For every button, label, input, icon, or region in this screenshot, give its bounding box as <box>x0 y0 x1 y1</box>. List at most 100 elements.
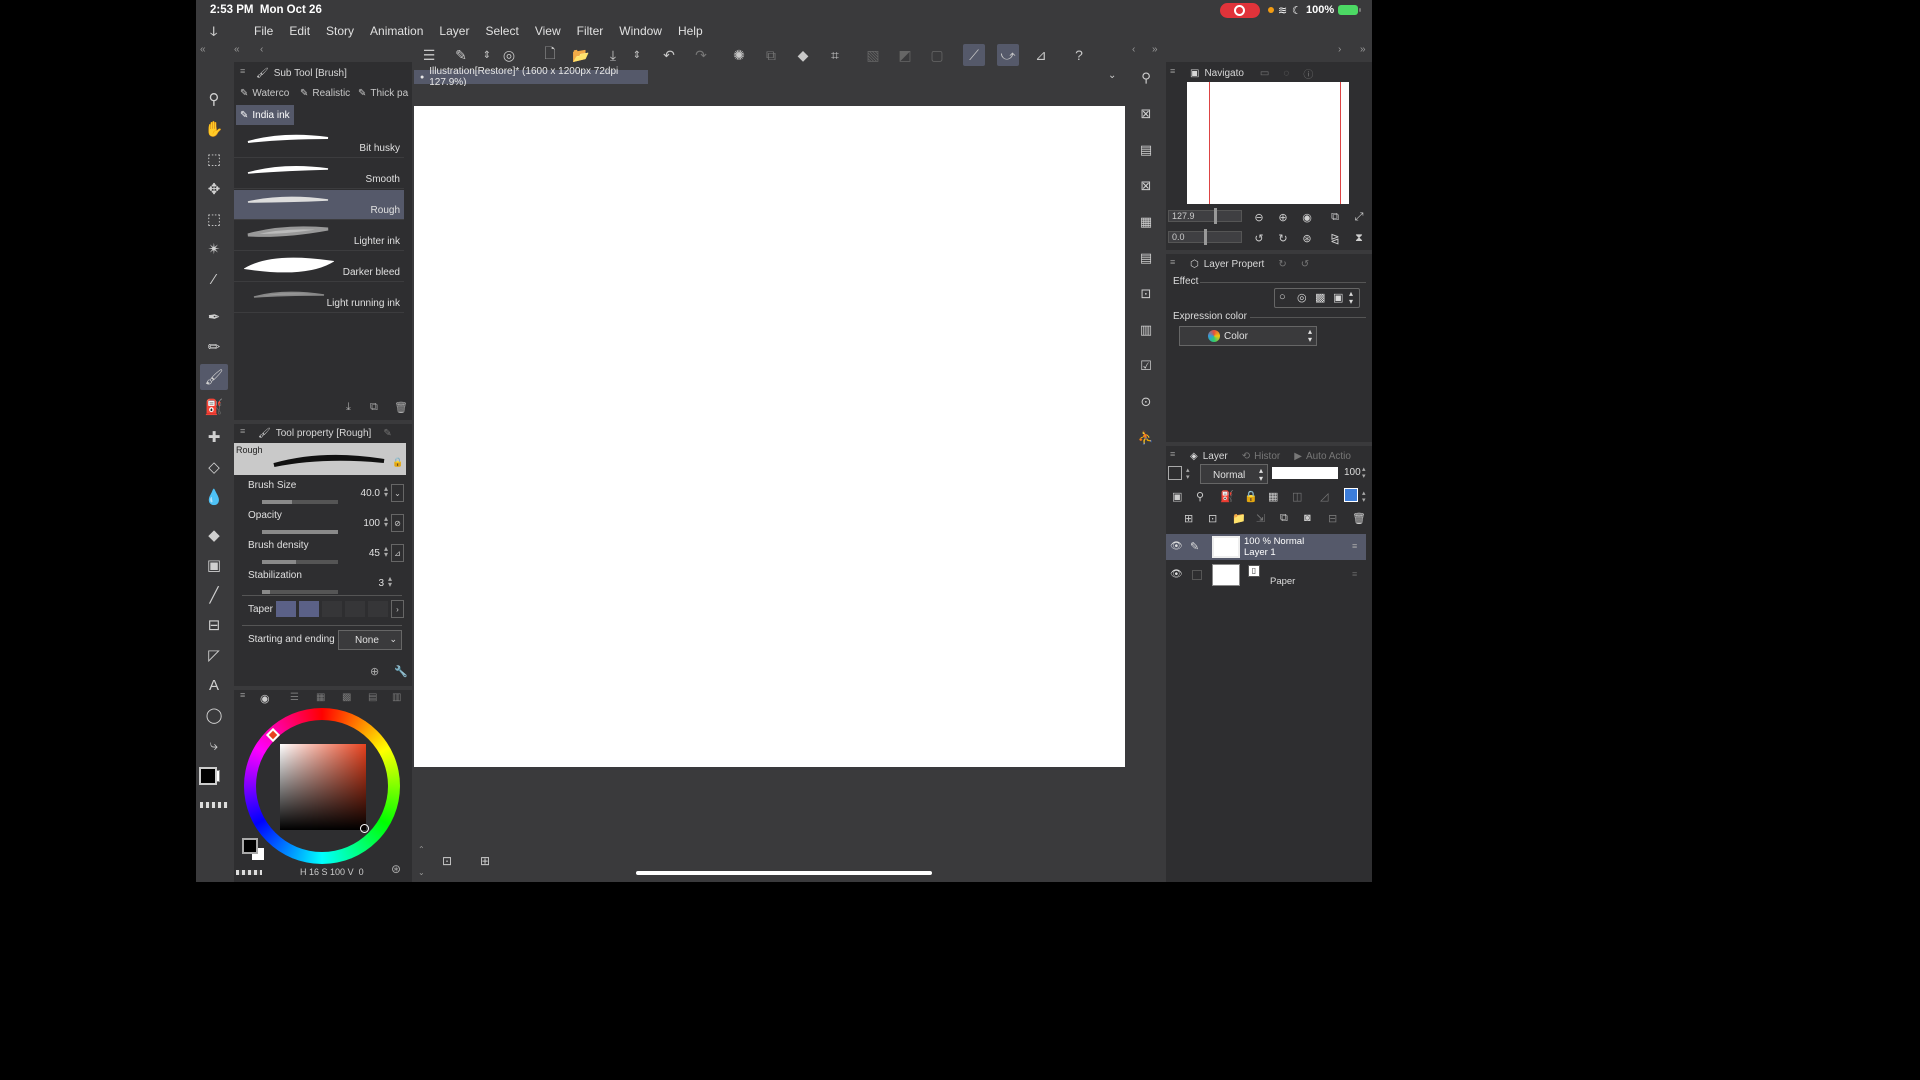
item-bank-icon[interactable]: ▤ <box>1136 248 1156 268</box>
fill-tool-icon[interactable]: ◆ <box>200 522 228 548</box>
pen-edit-icon[interactable]: ✎ <box>1190 540 1199 553</box>
panel-menu-icon[interactable]: ≡ <box>1170 66 1175 76</box>
spin-icon[interactable]: ▴ ▾ <box>1362 490 1366 504</box>
loading-icon[interactable]: ✺ <box>728 44 750 66</box>
fullscreen-icon[interactable]: ⤢ <box>1352 210 1366 224</box>
selection-frame-icon[interactable]: ▢ <box>926 44 948 66</box>
move-icon[interactable]: ✥ <box>200 176 228 202</box>
opacity-slider[interactable] <box>262 530 338 534</box>
brush-density-value[interactable]: 45 <box>369 548 380 559</box>
menu-select[interactable]: Select <box>477 24 526 38</box>
edit-icon[interactable]: ✎ <box>450 44 472 66</box>
tone-icon[interactable]: ▩ <box>1315 291 1325 304</box>
hamburger-menu-icon[interactable]: ☰ <box>418 44 440 66</box>
menu-edit[interactable]: Edit <box>281 24 318 38</box>
draft-layer-icon[interactable]: ⛽ <box>1220 490 1234 503</box>
zoom-field[interactable]: 127.9 <box>1168 210 1242 222</box>
size-dynamics-icon[interactable]: ⌄ <box>391 484 404 502</box>
zoom-slider-handle[interactable] <box>1214 208 1217 224</box>
spin-icon[interactable]: ▴ ▾ <box>1349 290 1353 306</box>
opacity-dynamics-icon[interactable]: ⊘ <box>391 514 404 532</box>
panel-menu-icon[interactable]: ≡ <box>1170 449 1175 459</box>
text-icon[interactable]: A <box>200 672 228 698</box>
fit-page-icon[interactable]: ⊡ <box>442 854 452 868</box>
balloon-icon[interactable]: ◯ <box>200 702 228 728</box>
chevron-right-icon[interactable]: › <box>1338 44 1341 55</box>
eraser-icon[interactable]: ◇ <box>200 454 228 480</box>
fill-icon[interactable]: ◆ <box>792 44 814 66</box>
checklist-icon[interactable]: ☑ <box>1136 356 1156 376</box>
fill-selection-icon[interactable]: ◩ <box>894 44 916 66</box>
layer-opacity-value[interactable]: 100 <box>1344 467 1361 478</box>
material-2-icon[interactable]: ⊠ <box>1136 176 1156 196</box>
new-folder-icon[interactable]: 📁 <box>1232 512 1246 525</box>
sub-view-tab-icon[interactable]: ▭ <box>1260 68 1269 79</box>
main-color-swatch[interactable] <box>199 767 217 785</box>
gradient-icon[interactable]: ▣ <box>200 552 228 578</box>
open-folder-icon[interactable]: 📂 <box>570 44 592 66</box>
blend-mode-select[interactable]: Normal ▴ ▾ <box>1200 464 1268 484</box>
taper-swatch-4[interactable] <box>345 601 365 617</box>
home-indicator[interactable] <box>636 871 932 875</box>
layer-color-box[interactable] <box>1168 466 1182 480</box>
spin-icon[interactable]: ▴ ▾ <box>388 575 392 589</box>
zoom-out-icon[interactable]: ⊖ <box>1252 210 1266 224</box>
crop-icon[interactable]: ⌗ <box>824 44 846 66</box>
fit-icon[interactable]: ⧉ <box>1328 210 1342 224</box>
panel-menu-icon[interactable]: ≡ <box>240 426 245 436</box>
layer-item-layer-1[interactable]: 👁 ✎ 100 % Normal Layer 1 ≡ <box>1166 534 1366 560</box>
pen-icon[interactable]: ✒ <box>200 304 228 330</box>
menu-filter[interactable]: Filter <box>569 24 612 38</box>
pen-edit-icon[interactable]: ✎ <box>383 428 391 439</box>
flip-vertical-icon[interactable]: ⧗ <box>1352 231 1366 245</box>
spin-icon[interactable]: ▴ ▾ <box>384 485 388 499</box>
pose-icon[interactable]: ⛹ <box>1136 428 1156 448</box>
tab-layer[interactable]: Layer <box>1203 451 1228 462</box>
layer-mask-icon[interactable]: ◙ <box>1304 512 1311 524</box>
collapse-right-icon[interactable]: » <box>1360 44 1366 55</box>
reference-layer-icon[interactable]: ⚲ <box>1196 490 1204 503</box>
refresh-tab-icon[interactable]: ↻ <box>1278 259 1286 270</box>
brush-item-bit-husky[interactable]: Bit husky <box>234 128 404 158</box>
panel-menu-icon[interactable]: ≡ <box>240 690 245 700</box>
eye-icon[interactable]: 👁 <box>1170 569 1183 580</box>
subtool-tab-thick-paint[interactable]: ✎ Thick pa <box>354 83 412 103</box>
flip-horizontal-icon[interactable]: ⧎ <box>1328 231 1342 245</box>
collapse-left-icon[interactable]: « <box>200 44 206 55</box>
layer-search-icon[interactable]: ▤ <box>1136 140 1156 160</box>
color-slider-tab-icon[interactable]: ☰ <box>290 692 299 703</box>
pattern-icon[interactable]: ▦ <box>1136 212 1156 232</box>
clip-icon[interactable]: ▣ <box>1172 490 1182 503</box>
auto-select-icon[interactable]: ✴ <box>200 236 228 262</box>
combine-layer-icon[interactable]: ⧉ <box>1280 512 1288 525</box>
snap-ruler-icon[interactable]: ⟋ <box>963 44 985 66</box>
panel-menu-icon[interactable]: ≡ <box>1170 257 1175 267</box>
taper-swatch-2[interactable] <box>299 601 319 617</box>
stabilization-value[interactable]: 3 <box>378 578 384 589</box>
snap-special-ruler-icon[interactable]: ⤻ <box>997 44 1019 66</box>
material-icon[interactable]: ⊠ <box>1136 104 1156 124</box>
brush-size-slider[interactable] <box>262 500 338 504</box>
chevron-right-icon[interactable]: › <box>391 600 404 618</box>
brush-icon[interactable]: 🖌 <box>200 364 228 390</box>
wrench-icon[interactable]: 🔧 <box>394 665 408 678</box>
decoration-icon[interactable]: ✚ <box>200 424 228 450</box>
updown-icon[interactable]: ⇕ <box>476 44 498 66</box>
saturation-value-square[interactable] <box>280 744 366 830</box>
color-wheel-tab-icon[interactable]: ◉ <box>260 692 270 705</box>
rotation-slider-handle[interactable] <box>1204 229 1207 245</box>
tab-history[interactable]: Histor <box>1254 451 1280 462</box>
taper-swatch-3[interactable] <box>322 601 342 617</box>
tool-tab-icon[interactable]: ↺ <box>1301 259 1309 270</box>
layer-search-tab-icon[interactable]: ◌ <box>1283 68 1289 79</box>
fit-window-icon[interactable]: ⊞ <box>480 854 490 868</box>
menu-story[interactable]: Story <box>318 24 362 38</box>
lock-layer-icon[interactable]: 🔒 <box>1244 490 1258 503</box>
mask-enable-icon[interactable]: ◫ <box>1292 490 1302 503</box>
lock-icon[interactable]: 🔒 <box>392 457 403 468</box>
zoom-in-icon[interactable]: ⊕ <box>1276 210 1290 224</box>
subtool-tab-watercolor[interactable]: ✎ Waterco <box>236 83 293 103</box>
border-effect-icon[interactable]: ○ <box>1279 291 1286 303</box>
blend-icon[interactable]: 💧 <box>200 484 228 510</box>
layer-color-icon[interactable]: ▣ <box>1333 291 1343 304</box>
